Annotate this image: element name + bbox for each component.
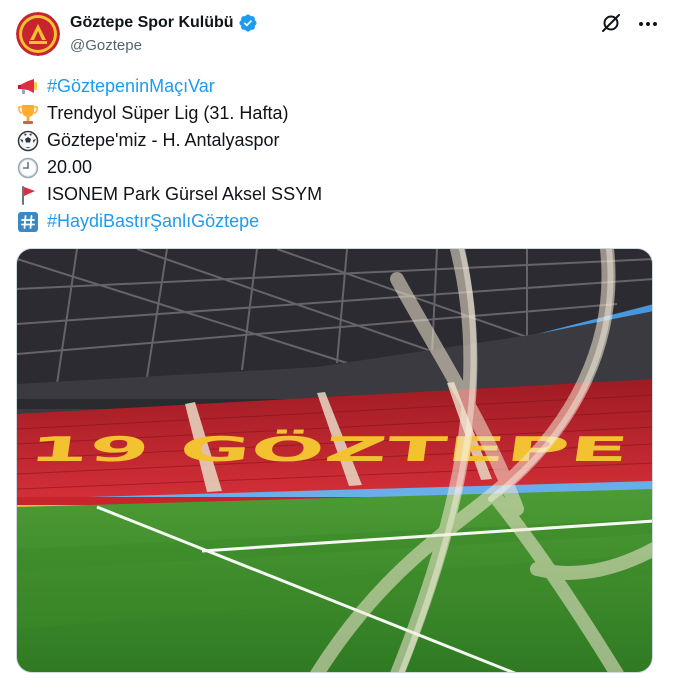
hashtag-link[interactable]: #HaydiBastırŞanlıGöztepe	[47, 208, 259, 235]
tweet-line: #GöztepeninMaçıVar	[17, 73, 322, 100]
clock-icon	[17, 157, 39, 179]
grok-button[interactable]	[600, 12, 622, 34]
goztepe-logo-icon	[16, 12, 60, 56]
match-text: Göztepe'miz - H. Antalyaspor	[47, 130, 280, 150]
hashtag-link[interactable]: #GöztepeninMaçıVar	[47, 73, 215, 100]
author-name-row: Göztepe Spor Kulübü	[70, 13, 258, 33]
verified-badge-icon	[239, 14, 257, 32]
soccer-ball-icon	[17, 130, 39, 152]
tweet-line: 20.00	[17, 154, 322, 181]
tweet-text: #GöztepeninMaçıVar Trendyol Süper Lig (3…	[17, 73, 322, 235]
more-options-button[interactable]	[634, 10, 662, 38]
red-flag-icon	[17, 184, 39, 206]
tweet-line: Göztepe'miz - H. Antalyaspor	[17, 127, 322, 154]
more-options-icon	[639, 22, 657, 26]
tweet-card: Göztepe Spor Kulübü @Goztepe #Göztepenin…	[0, 0, 673, 682]
venue-text: ISONEM Park Gürsel Aksel SSYM	[47, 184, 323, 204]
league-text: Trendyol Süper Lig (31. Hafta)	[47, 103, 289, 123]
tweet-line: Trendyol Süper Lig (31. Hafta)	[17, 100, 322, 127]
hash-keycap-icon	[17, 211, 39, 233]
stadium-photo-image: 19 GÖZTEPE	[17, 249, 652, 672]
tweet-line: #HaydiBastırŞanlıGöztepe	[17, 208, 322, 235]
avatar[interactable]	[16, 12, 60, 56]
trophy-icon	[17, 103, 39, 125]
megaphone-icon	[17, 76, 39, 98]
time-text: 20.00	[47, 157, 93, 177]
tweet-line: ISONEM Park Gürsel Aksel SSYM	[17, 181, 322, 208]
display-name[interactable]: Göztepe Spor Kulübü	[70, 14, 234, 32]
stadium-photo[interactable]: 19 GÖZTEPE	[16, 248, 653, 673]
author-handle[interactable]: @Goztepe	[70, 37, 142, 54]
grok-icon	[602, 14, 620, 32]
